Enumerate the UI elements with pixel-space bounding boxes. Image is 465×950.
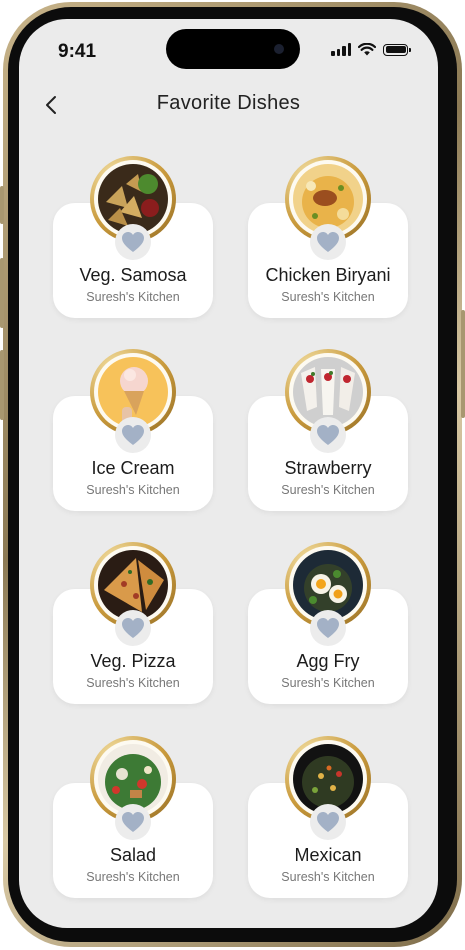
favorite-button-chicken-biryani[interactable] [310, 224, 346, 260]
dish-name: Ice Cream [91, 458, 175, 478]
favorite-button-mexican[interactable] [310, 804, 346, 840]
wifi-icon [358, 43, 376, 56]
volume-up-button [0, 258, 4, 328]
dish-kitchen: Suresh's Kitchen [86, 483, 180, 497]
dish-name: Strawberry [284, 458, 372, 478]
favorite-button-salad[interactable] [115, 804, 151, 840]
dish-name: Agg Fry [296, 651, 360, 671]
dish-kitchen: Suresh's Kitchen [281, 290, 375, 304]
dish-kitchen: Suresh's Kitchen [86, 870, 180, 884]
dish-name: Mexican [294, 845, 362, 865]
dish-name: Salad [109, 845, 157, 865]
battery-icon [383, 43, 411, 56]
volume-down-button [0, 350, 4, 420]
dish-name: Veg. Samosa [79, 265, 187, 285]
dish-kitchen: Suresh's Kitchen [281, 870, 375, 884]
favorite-button-veg-samosa[interactable] [115, 224, 151, 260]
dish-kitchen: Suresh's Kitchen [86, 290, 180, 304]
dish-name: Veg. Pizza [90, 651, 176, 671]
heart-icon [317, 812, 339, 832]
app-screen: 9:41 Favorite Dishes Veg. Samosa Suresh'… [19, 19, 438, 928]
front-camera [274, 44, 284, 54]
heart-icon [317, 232, 339, 252]
power-button [461, 310, 465, 418]
heart-icon [317, 618, 339, 638]
heart-icon [122, 618, 144, 638]
dish-name: Chicken Biryani [265, 265, 391, 285]
action-button [0, 186, 4, 224]
status-time: 9:41 [58, 41, 97, 62]
signal-icon [331, 43, 351, 56]
heart-icon [122, 812, 144, 832]
favorite-button-strawberry[interactable] [310, 417, 346, 453]
page-title: Favorite Dishes [156, 92, 301, 114]
favorite-button-veg-pizza[interactable] [115, 610, 151, 646]
dynamic-island [166, 29, 300, 69]
dish-kitchen: Suresh's Kitchen [86, 676, 180, 690]
dish-kitchen: Suresh's Kitchen [281, 483, 375, 497]
heart-icon [122, 425, 144, 445]
status-icons [331, 43, 411, 56]
favorite-button-ice-cream[interactable] [115, 417, 151, 453]
favorite-button-agg-fry[interactable] [310, 610, 346, 646]
dish-kitchen: Suresh's Kitchen [281, 676, 375, 690]
heart-icon [317, 425, 339, 445]
heart-icon [122, 232, 144, 252]
